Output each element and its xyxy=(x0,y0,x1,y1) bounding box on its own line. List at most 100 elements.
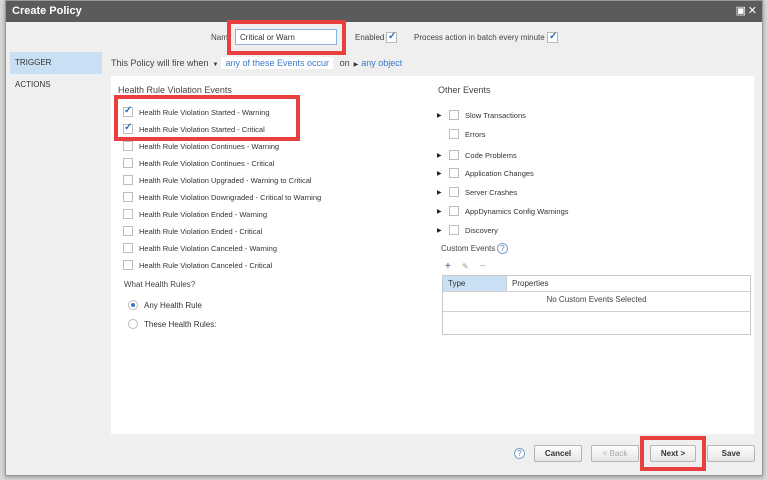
event-checkbox[interactable] xyxy=(123,158,133,168)
close-icon[interactable]: ✕ xyxy=(748,4,757,17)
trigger-panel: Health Rule Violation Events Health Rule… xyxy=(111,76,754,434)
batch-checkbox[interactable] xyxy=(547,31,558,43)
events-dropdown-icon[interactable]: ▼ xyxy=(213,62,219,68)
custom-events-table: Type Properties No Custom Events Selecte… xyxy=(442,275,751,335)
other-event-checkbox[interactable] xyxy=(449,168,459,178)
other-event-checkbox[interactable] xyxy=(449,150,459,160)
enabled-checkbox[interactable] xyxy=(386,31,397,43)
radio-button[interactable] xyxy=(128,300,138,310)
expand-icon[interactable]: ▶ xyxy=(437,152,445,159)
add-icon[interactable]: + xyxy=(445,261,451,272)
expand-icon[interactable]: ▶ xyxy=(437,170,445,177)
dialog-title: Create Policy xyxy=(12,5,82,17)
object-dropdown-icon[interactable]: ▶ xyxy=(354,62,359,68)
name-label: Nam xyxy=(211,33,228,42)
expand-icon[interactable]: ▶ xyxy=(437,189,445,196)
other-event-checkbox[interactable] xyxy=(449,110,459,120)
event-label: Health Rule Violation Continues - Warnin… xyxy=(139,141,280,151)
column-properties[interactable]: Properties xyxy=(507,276,553,291)
expand-icon[interactable]: ▶ xyxy=(437,208,445,215)
other-event-label: Slow Transactions xyxy=(465,110,526,120)
event-ended-critical[interactable]: Health Rule Violation Ended - Critical xyxy=(123,224,262,238)
event-checkbox[interactable] xyxy=(123,226,133,236)
other-event-application-changes[interactable]: ▶ Application Changes xyxy=(437,167,534,179)
other-event-checkbox[interactable] xyxy=(449,225,459,235)
event-downgraded[interactable]: Health Rule Violation Downgraded - Criti… xyxy=(123,190,321,204)
radio-label: These Health Rules: xyxy=(144,319,217,329)
other-event-label: Errors xyxy=(465,129,486,139)
fire-on: on xyxy=(339,58,350,68)
other-event-checkbox[interactable] xyxy=(449,129,459,139)
radio-label: Any Health Rule xyxy=(144,300,202,310)
remove-icon[interactable]: − xyxy=(480,261,486,272)
event-checkbox[interactable] xyxy=(123,209,133,219)
other-event-label: Application Changes xyxy=(465,168,534,178)
save-button[interactable]: Save xyxy=(707,445,755,462)
other-event-config-warnings[interactable]: ▶ AppDynamics Config Warnings xyxy=(437,205,569,217)
policy-nav: TRIGGER ACTIONS xyxy=(10,52,102,96)
event-checkbox[interactable] xyxy=(123,122,133,134)
event-label: Health Rule Violation Continues - Critic… xyxy=(139,158,275,168)
expand-icon[interactable]: ▶ xyxy=(437,227,445,234)
event-label: Health Rule Violation Started - Warning xyxy=(139,107,270,117)
object-condition-link[interactable]: any object xyxy=(361,58,402,68)
event-ended-warning[interactable]: Health Rule Violation Ended - Warning xyxy=(123,207,267,221)
help-icon[interactable]: ? xyxy=(497,243,508,254)
event-canceled-critical[interactable]: Health Rule Violation Canceled - Critica… xyxy=(123,258,272,272)
policy-name-input[interactable] xyxy=(235,29,337,45)
other-event-checkbox[interactable] xyxy=(449,206,459,216)
event-checkbox[interactable] xyxy=(123,175,133,185)
event-started-warning[interactable]: Health Rule Violation Started - Warning xyxy=(123,105,270,119)
other-event-errors[interactable]: Errors xyxy=(437,128,485,140)
other-event-discovery[interactable]: ▶ Discovery xyxy=(437,224,498,236)
empty-message: No Custom Events Selected xyxy=(443,292,750,312)
other-event-checkbox[interactable] xyxy=(449,187,459,197)
nav-item-actions[interactable]: ACTIONS xyxy=(10,74,102,96)
event-upgraded[interactable]: Health Rule Violation Upgraded - Warning… xyxy=(123,173,312,187)
other-event-label: Server Crashes xyxy=(465,187,518,197)
event-label: Health Rule Violation Downgraded - Criti… xyxy=(139,192,322,202)
event-label: Health Rule Violation Upgraded - Warning… xyxy=(139,175,312,185)
other-event-label: AppDynamics Config Warnings xyxy=(465,206,569,216)
health-rule-events-title: Health Rule Violation Events xyxy=(118,85,232,95)
radio-button[interactable] xyxy=(128,319,138,329)
event-label: Health Rule Violation Ended - Warning xyxy=(139,209,267,219)
other-event-label: Code Problems xyxy=(465,150,517,160)
batch-label: Process action in batch every minute xyxy=(414,33,545,42)
column-type[interactable]: Type xyxy=(443,276,507,291)
event-checkbox[interactable] xyxy=(123,105,133,117)
next-button[interactable]: Next > xyxy=(650,445,696,462)
event-checkbox[interactable] xyxy=(123,192,133,202)
other-event-slow-transactions[interactable]: ▶ Slow Transactions xyxy=(437,109,526,121)
event-checkbox[interactable] xyxy=(123,243,133,253)
event-checkbox[interactable] xyxy=(123,141,133,151)
event-continues-critical[interactable]: Health Rule Violation Continues - Critic… xyxy=(123,156,274,170)
other-event-server-crashes[interactable]: ▶ Server Crashes xyxy=(437,186,517,198)
health-rules-question: What Health Rules? xyxy=(124,280,196,289)
radio-these-health-rules[interactable]: These Health Rules: xyxy=(128,319,216,329)
other-event-code-problems[interactable]: ▶ Code Problems xyxy=(437,149,517,161)
event-label: Health Rule Violation Ended - Critical xyxy=(139,226,263,236)
expand-icon[interactable]: ▶ xyxy=(437,112,445,119)
event-label: Health Rule Violation Canceled - Critica… xyxy=(139,260,273,270)
maximize-icon[interactable]: ▣ xyxy=(736,4,746,17)
events-condition-link[interactable]: any of these Events occur xyxy=(221,57,334,69)
event-started-critical[interactable]: Health Rule Violation Started - Critical xyxy=(123,122,265,136)
edit-icon[interactable]: ✎ xyxy=(462,262,469,271)
fire-condition: This Policy will fire when ▼ any of these … xyxy=(111,57,402,69)
radio-any-health-rule[interactable]: Any Health Rule xyxy=(128,300,202,310)
event-checkbox[interactable] xyxy=(123,260,133,270)
title-bar: Create Policy ▣ ✕ xyxy=(6,1,762,22)
fire-prefix: This Policy will fire when xyxy=(111,58,209,68)
back-button[interactable]: < Back xyxy=(591,445,639,462)
table-header: Type Properties xyxy=(443,276,750,292)
cancel-button[interactable]: Cancel xyxy=(534,445,582,462)
footer-help-icon[interactable]: ? xyxy=(514,448,525,459)
custom-events-label: Custom Events xyxy=(441,244,496,253)
event-label: Health Rule Violation Started - Critical xyxy=(139,124,265,134)
event-canceled-warning[interactable]: Health Rule Violation Canceled - Warning xyxy=(123,241,277,255)
event-continues-warning[interactable]: Health Rule Violation Continues - Warnin… xyxy=(123,139,279,153)
nav-item-trigger[interactable]: TRIGGER xyxy=(10,52,102,74)
event-label: Health Rule Violation Canceled - Warning xyxy=(139,243,277,253)
other-event-label: Discovery xyxy=(465,225,498,235)
